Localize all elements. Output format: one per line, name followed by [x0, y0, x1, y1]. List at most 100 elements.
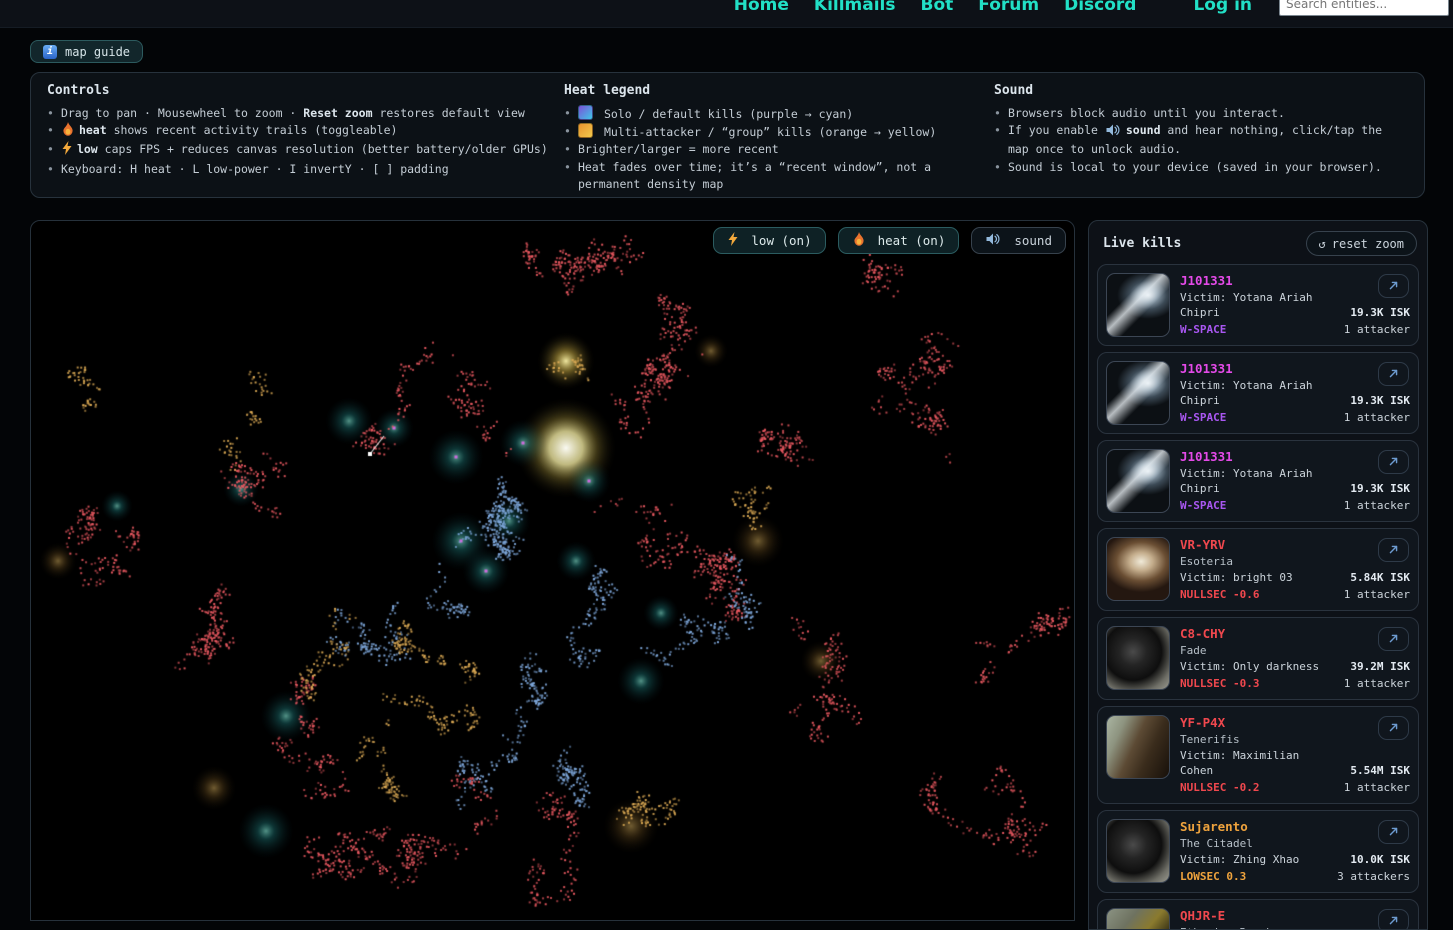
external-link-button[interactable] [1378, 274, 1409, 298]
bullet-marker: • [47, 122, 54, 139]
security-label: W-SPACE [1180, 322, 1226, 337]
text-segment: Multi-attacker / “group” kills (orange →… [604, 125, 936, 139]
kill-card[interactable]: Sujarento The Citadel Victim: Zhing Xhao… [1097, 810, 1419, 893]
security-label: NULLSEC -0.2 [1180, 780, 1259, 795]
security-label: LOWSEC 0.3 [1180, 869, 1246, 884]
kill-card-body: J101331 Victim: Yotana Ariah Chipri 19.3… [1180, 449, 1410, 513]
system-name[interactable]: J101331 [1180, 449, 1233, 464]
search-input[interactable] [1279, 0, 1449, 16]
kill-list[interactable]: J101331 Victim: Yotana Ariah Chipri 19.3… [1089, 264, 1427, 930]
bullet-marker: • [994, 122, 1001, 139]
system-name[interactable]: C8-CHY [1180, 626, 1225, 641]
map-dots-canvas[interactable] [31, 221, 1075, 921]
nav-link-killmails[interactable]: Killmails [814, 0, 896, 15]
solo-kills-swatch [578, 105, 593, 120]
info-icon: i [43, 45, 57, 59]
text-segment: heat [79, 123, 107, 137]
ship-thumbnail [1106, 819, 1170, 883]
login-link[interactable]: Log in [1193, 0, 1252, 15]
external-link-button[interactable] [1378, 362, 1409, 386]
nav-link-discord[interactable]: Discord [1064, 0, 1136, 15]
low-toggle-button[interactable]: low (on) [713, 227, 825, 254]
ship-thumbnail [1106, 537, 1170, 601]
heat-legend-heading: Heat legend [564, 83, 996, 98]
ship-thumbnail [1106, 449, 1170, 513]
bullet-text: Solo / default kills (purple → cyan) [578, 105, 853, 123]
kill-card[interactable]: J101331 Victim: Yotana Ariah Chipri 19.3… [1097, 264, 1419, 346]
victim-name: Victim: Yotana Ariah Chipri [1180, 290, 1332, 320]
help-bullet: •Drag to pan · Mousewheel to zoom · Rese… [47, 105, 552, 122]
external-link-icon [1388, 455, 1399, 470]
kill-card[interactable]: VR-YRV Esoteria Victim: bright 03 5.84K … [1097, 528, 1419, 611]
kill-card-body: VR-YRV Esoteria Victim: bright 03 5.84K … [1180, 537, 1410, 602]
text-segment: Reset zoom [303, 106, 372, 120]
bullet-text: Brighter/larger = more recent [578, 141, 779, 158]
external-link-icon [1388, 721, 1399, 736]
reset-zoom-label: reset zoom [1332, 237, 1404, 251]
bullet-text: heat shows recent activity trails (toggl… [61, 122, 398, 141]
nav-link-forum[interactable]: Forum [978, 0, 1039, 15]
region-name: The Citadel [1180, 836, 1410, 851]
bullet-text: If you enable sound and hear nothing, cl… [1008, 122, 1396, 158]
region-name: Fade [1180, 643, 1410, 658]
nav-link-bot[interactable]: Bot [921, 0, 954, 15]
text-segment: Keyboard: H heat · L low-power · I inver… [61, 162, 449, 176]
bolt-icon [62, 141, 72, 160]
system-name[interactable]: Sujarento [1180, 819, 1248, 834]
reset-zoom-button[interactable]: ↺ reset zoom [1306, 231, 1417, 256]
text-segment: Heat fades over time; it’s a “recent win… [578, 160, 931, 191]
group-kills-swatch [578, 123, 593, 138]
kill-card[interactable]: YF-P4X Tenerifis Victim: Maximilian Cohe… [1097, 706, 1419, 804]
kill-card[interactable]: C8-CHY Fade Victim: Only darkness 39.2M … [1097, 617, 1419, 700]
help-bullet: • Multi-attacker / “group” kills (orange … [564, 123, 996, 141]
victim-name: Victim: bright 03 [1180, 570, 1293, 585]
ship-thumbnail [1106, 273, 1170, 337]
help-bullet: •Browsers block audio until you interact… [994, 105, 1396, 122]
external-link-button[interactable] [1378, 909, 1409, 930]
external-link-icon [1388, 825, 1399, 840]
kill-card[interactable]: J101331 Victim: Yotana Ariah Chipri 19.3… [1097, 352, 1419, 434]
sound-column: Sound •Browsers block audio until you in… [994, 83, 1396, 176]
kill-card[interactable]: QHJR-E Etherium Reach Victim: Hirato Val… [1097, 899, 1419, 930]
speaker-icon [1106, 124, 1121, 141]
system-name[interactable]: J101331 [1180, 273, 1233, 288]
bullet-marker: • [564, 123, 571, 140]
nav-link-home[interactable]: Home [734, 0, 789, 15]
attacker-count: 1 attacker [1344, 498, 1410, 513]
bullet-text: Keyboard: H heat · L low-power · I inver… [61, 161, 449, 178]
ship-thumbnail [1106, 626, 1170, 690]
external-link-button[interactable] [1378, 450, 1409, 474]
system-name[interactable]: YF-P4X [1180, 715, 1225, 730]
kill-card[interactable]: J101331 Victim: Yotana Ariah Chipri 19.3… [1097, 440, 1419, 522]
system-name[interactable]: VR-YRV [1180, 537, 1225, 552]
controls-column: Controls •Drag to pan · Mousewheel to zo… [47, 83, 552, 178]
help-bullet: •low caps FPS + reduces canvas resolutio… [47, 141, 552, 160]
external-link-button[interactable] [1378, 538, 1409, 562]
region-name: Tenerifis [1180, 732, 1410, 747]
help-bullet: •Heat fades over time; it’s a “recent wi… [564, 159, 996, 193]
kill-card-body: C8-CHY Fade Victim: Only darkness 39.2M … [1180, 626, 1410, 691]
heat-toggle-button[interactable]: heat (on) [838, 227, 960, 254]
map-guide-button[interactable]: i map guide [30, 40, 143, 63]
security-label: NULLSEC -0.6 [1180, 587, 1259, 602]
text-segment: Brighter/larger = more recent [578, 142, 779, 156]
kill-card-body: J101331 Victim: Yotana Ariah Chipri 19.3… [1180, 273, 1410, 337]
bullet-text: Heat fades over time; it’s a “recent win… [578, 159, 996, 193]
map-guide-label: map guide [65, 45, 130, 59]
system-name[interactable]: J101331 [1180, 361, 1233, 376]
sound-toggle-button[interactable]: sound [971, 227, 1066, 254]
external-link-button[interactable] [1378, 820, 1409, 844]
victim-name: Victim: Maximilian Cohen [1180, 748, 1332, 778]
help-bullet: •Sound is local to your device (saved in… [994, 159, 1396, 176]
bullet-text: Multi-attacker / “group” kills (orange →… [578, 123, 936, 141]
external-link-icon [1388, 279, 1399, 294]
text-segment: caps FPS + reduces canvas resolution (be… [98, 142, 548, 156]
kill-map-canvas[interactable]: low (on) heat (on) sound [30, 220, 1075, 921]
text-segment: sound [1126, 123, 1161, 137]
external-link-button[interactable] [1378, 716, 1409, 740]
external-link-button[interactable] [1378, 627, 1409, 651]
help-bullet: •Brighter/larger = more recent [564, 141, 996, 158]
speaker-icon [986, 233, 1001, 248]
kill-card-body: J101331 Victim: Yotana Ariah Chipri 19.3… [1180, 361, 1410, 425]
kill-card-body: Sujarento The Citadel Victim: Zhing Xhao… [1180, 819, 1410, 884]
